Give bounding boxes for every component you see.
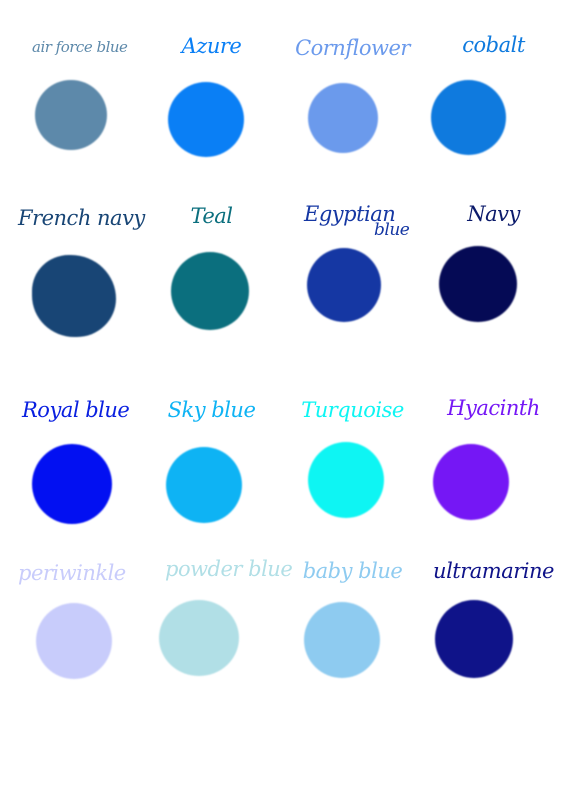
color-blob	[32, 255, 116, 337]
swatch-card-cornflower: Cornflower	[282, 30, 423, 210]
swatch-label: ultramarine	[433, 559, 554, 583]
swatch-label: Sky blue	[167, 398, 256, 422]
swatch-card-egyptian-blue: Egyptian blue	[282, 200, 423, 380]
color-blob	[308, 442, 384, 518]
swatch-label: Navy	[467, 202, 520, 226]
swatch-card-powder-blue: powder blue	[141, 555, 293, 735]
color-blob	[171, 252, 249, 330]
swatch-label: Azure	[181, 34, 242, 58]
swatch-label: French navy	[18, 206, 145, 230]
color-blob	[35, 80, 107, 150]
swatch-card-periwinkle: periwinkle	[0, 555, 141, 735]
swatch-label: air force blue	[32, 38, 128, 56]
swatch-card-air-force-blue: air force blue	[0, 30, 141, 210]
swatch-card-french-navy: French navy	[0, 200, 145, 380]
color-blob	[431, 80, 506, 155]
color-blob	[166, 447, 242, 523]
color-blob	[32, 444, 112, 524]
color-blob	[304, 602, 380, 678]
swatch-label: Cornflower	[295, 36, 410, 60]
swatch-label: cobalt	[462, 33, 525, 57]
swatch-label: Royal blue	[22, 398, 130, 422]
color-blob	[439, 246, 517, 322]
swatch-label: Egyptian blue	[304, 202, 423, 240]
color-blob	[435, 600, 513, 678]
swatch-label-line2: blue	[374, 220, 410, 240]
color-blob	[159, 600, 239, 676]
swatch-label: powder blue	[165, 557, 293, 581]
swatch-card-cobalt: cobalt	[423, 30, 564, 210]
swatch-card-sky-blue: Sky blue	[141, 392, 282, 572]
swatch-card-hyacinth: Hyacinth	[423, 392, 564, 572]
color-blob	[307, 248, 381, 322]
color-blob	[168, 82, 244, 157]
swatch-card-baby-blue: baby blue	[282, 555, 423, 735]
swatch-label: Turquoise	[301, 398, 404, 422]
swatch-card-teal: Teal	[141, 200, 282, 380]
swatch-card-azure: Azure	[141, 30, 282, 210]
swatch-card-royal-blue: Royal blue	[0, 392, 141, 572]
swatch-card-navy: Navy	[423, 200, 564, 380]
swatch-card-ultramarine: ultramarine	[423, 555, 564, 735]
swatch-label: periwinkle	[18, 561, 126, 585]
swatch-label: baby blue	[302, 559, 403, 583]
swatch-card-turquoise: Turquoise	[282, 392, 423, 572]
swatch-label: Teal	[190, 204, 233, 228]
color-blob	[433, 444, 509, 520]
color-blob	[308, 83, 378, 153]
color-blob	[36, 603, 112, 679]
swatch-label: Hyacinth	[447, 396, 540, 420]
